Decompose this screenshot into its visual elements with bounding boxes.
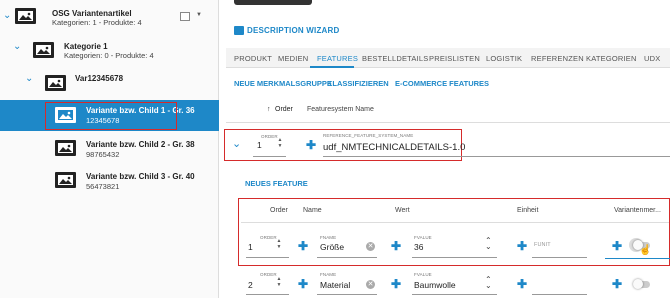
tree-node-title: Var12345678 bbox=[75, 74, 124, 83]
tab-udx[interactable]: UDX bbox=[644, 54, 660, 63]
chevron-down-icon[interactable]: ⌄ bbox=[25, 73, 33, 84]
add-icon[interactable]: ✚ bbox=[298, 278, 308, 290]
tree-node-subtitle: 56473821 bbox=[86, 182, 120, 191]
add-icon[interactable]: ✚ bbox=[517, 278, 527, 290]
tab-preislisten[interactable]: PREISLISTEN bbox=[429, 54, 480, 63]
clear-icon[interactable]: ✕ bbox=[366, 280, 375, 289]
feature-name-field[interactable]: Größe bbox=[320, 242, 344, 252]
feature-value-field[interactable]: 36 bbox=[414, 242, 423, 252]
input-underline bbox=[246, 257, 289, 258]
featuresystem-column-header[interactable]: Featuresystem Name bbox=[307, 106, 374, 113]
chevron-down-icon[interactable]: ⌄ bbox=[3, 10, 11, 21]
group-name-field[interactable]: udf_NMTECHNICALDETAILS-1.0 bbox=[323, 142, 465, 153]
add-icon[interactable]: ✚ bbox=[298, 240, 308, 252]
group-order-value[interactable]: 1 bbox=[257, 140, 262, 150]
input-underline bbox=[253, 156, 286, 157]
description-wizard-link[interactable]: DESCRIPTION WIZARD bbox=[247, 26, 340, 35]
feature-order-value[interactable]: 2 bbox=[248, 280, 253, 290]
tree-node-title: Variante bzw. Child 3 - Gr. 40 bbox=[86, 172, 195, 181]
input-underline bbox=[317, 257, 377, 258]
top-button-edge[interactable] bbox=[234, 0, 312, 5]
image-icon bbox=[45, 75, 66, 91]
order-stepper[interactable]: ▲ ▼ bbox=[276, 276, 282, 288]
product-tree: ⌄ OSG Variantenartikel Kategorien: 1 - P… bbox=[0, 0, 219, 298]
sort-arrow-icon[interactable]: ↑ bbox=[267, 106, 271, 113]
tree-node-title: Kategorie 1 bbox=[64, 42, 108, 51]
highlight-box bbox=[238, 198, 670, 266]
tab-logistik[interactable]: LOGISTIK bbox=[486, 54, 522, 63]
image-icon bbox=[33, 42, 54, 58]
tree-node-variant-parent[interactable]: ⌄ Var12345678 bbox=[0, 68, 219, 98]
input-underline bbox=[246, 294, 289, 295]
image-icon bbox=[15, 8, 36, 24]
highlight-box bbox=[45, 102, 177, 130]
input-underline bbox=[412, 257, 497, 258]
input-underline bbox=[532, 294, 587, 295]
input-underline bbox=[532, 257, 587, 258]
tree-node-category[interactable]: ⌄ Kategorie 1 Kategorien: 0 - Produkte: … bbox=[0, 36, 219, 66]
image-icon bbox=[55, 172, 76, 188]
add-icon[interactable]: ✚ bbox=[391, 278, 401, 290]
tree-node-subtitle: 98765432 bbox=[86, 150, 120, 159]
active-tab-indicator bbox=[310, 66, 354, 68]
wizard-icon bbox=[234, 26, 244, 35]
broken-image-icon bbox=[180, 12, 190, 21]
tree-node-title: OSG Variantenartikel bbox=[52, 9, 132, 18]
add-icon[interactable]: ✚ bbox=[612, 240, 622, 252]
add-icon[interactable]: ✚ bbox=[391, 240, 401, 252]
feature-value-field[interactable]: Baumwolle bbox=[414, 280, 456, 290]
input-underline bbox=[323, 156, 670, 157]
select-arrows-icon[interactable]: ⌃ ⌄ bbox=[485, 237, 492, 251]
divider bbox=[226, 122, 670, 123]
order-column-header[interactable]: Order bbox=[275, 106, 293, 113]
input-underline bbox=[605, 258, 670, 259]
fvalue-label: FVALUE bbox=[414, 272, 432, 277]
input-underline bbox=[412, 294, 497, 295]
clear-icon[interactable]: ✕ bbox=[366, 242, 375, 251]
select-arrows-icon[interactable]: ⌃ ⌄ bbox=[485, 276, 492, 290]
order-label: ORDER bbox=[260, 272, 277, 277]
tree-node-child-3[interactable]: Variante bzw. Child 3 - Gr. 40 56473821 bbox=[0, 166, 219, 196]
cursor-icon: ☝ bbox=[639, 245, 652, 256]
tab-kategorien[interactable]: KATEGORIEN bbox=[586, 54, 637, 63]
feature-name-field[interactable]: Material bbox=[320, 280, 350, 290]
tab-features[interactable]: FEATURES bbox=[317, 54, 358, 63]
main-panel: DESCRIPTION WIZARD PRODUKT MEDIEN FEATUR… bbox=[220, 0, 670, 298]
tree-node-title: Variante bzw. Child 2 - Gr. 38 bbox=[86, 140, 195, 149]
input-underline bbox=[317, 294, 377, 295]
tree-node-child-2[interactable]: Variante bzw. Child 2 - Gr. 38 98765432 bbox=[0, 134, 219, 164]
image-icon bbox=[55, 140, 76, 156]
chevron-down-icon[interactable]: ⌄ bbox=[13, 41, 21, 52]
new-feature-button[interactable]: NEUES FEATURE bbox=[245, 179, 308, 188]
tree-node-root[interactable]: ⌄ OSG Variantenartikel Kategorien: 1 - P… bbox=[0, 0, 219, 32]
new-feature-group-button[interactable]: NEUE MERKMALSGRUPPE bbox=[234, 79, 332, 88]
dropdown-arrow-icon[interactable]: ▼ bbox=[196, 12, 202, 18]
add-icon[interactable]: ✚ bbox=[306, 139, 316, 151]
order-label: ORDER bbox=[261, 134, 278, 139]
funit-placeholder: FUNIT bbox=[534, 242, 551, 248]
tab-produkt[interactable]: PRODUKT bbox=[234, 54, 272, 63]
add-icon[interactable]: ✚ bbox=[612, 278, 622, 290]
chevron-down-icon[interactable]: ⌄ bbox=[232, 137, 241, 150]
classify-button[interactable]: KLASSIFIZIEREN bbox=[327, 79, 389, 88]
variant-toggle[interactable] bbox=[633, 279, 650, 289]
feature-order-value[interactable]: 1 bbox=[248, 242, 253, 252]
tree-node-subtitle: Kategorien: 0 - Produkte: 4 bbox=[64, 51, 154, 60]
order-stepper[interactable]: ▲ ▼ bbox=[277, 137, 283, 149]
add-icon[interactable]: ✚ bbox=[517, 240, 527, 252]
fname-label: FNAME bbox=[320, 272, 337, 277]
tab-bestelldetails[interactable]: BESTELLDETAILS bbox=[362, 54, 428, 63]
tab-referenzen[interactable]: REFERENZEN bbox=[531, 54, 584, 63]
order-label: ORDER bbox=[260, 235, 277, 240]
tree-node-subtitle: Kategorien: 1 - Produkte: 4 bbox=[52, 18, 142, 27]
fvalue-label: FVALUE bbox=[414, 235, 432, 240]
group-name-label: REFERENCE_FEATURE_SYSTEM_NAME bbox=[323, 133, 414, 138]
ecommerce-features-button[interactable]: E-COMMERCE FEATURES bbox=[395, 79, 489, 88]
fname-label: FNAME bbox=[320, 235, 337, 240]
tab-medien[interactable]: MEDIEN bbox=[278, 54, 308, 63]
order-stepper[interactable]: ▲ ▼ bbox=[276, 238, 282, 250]
